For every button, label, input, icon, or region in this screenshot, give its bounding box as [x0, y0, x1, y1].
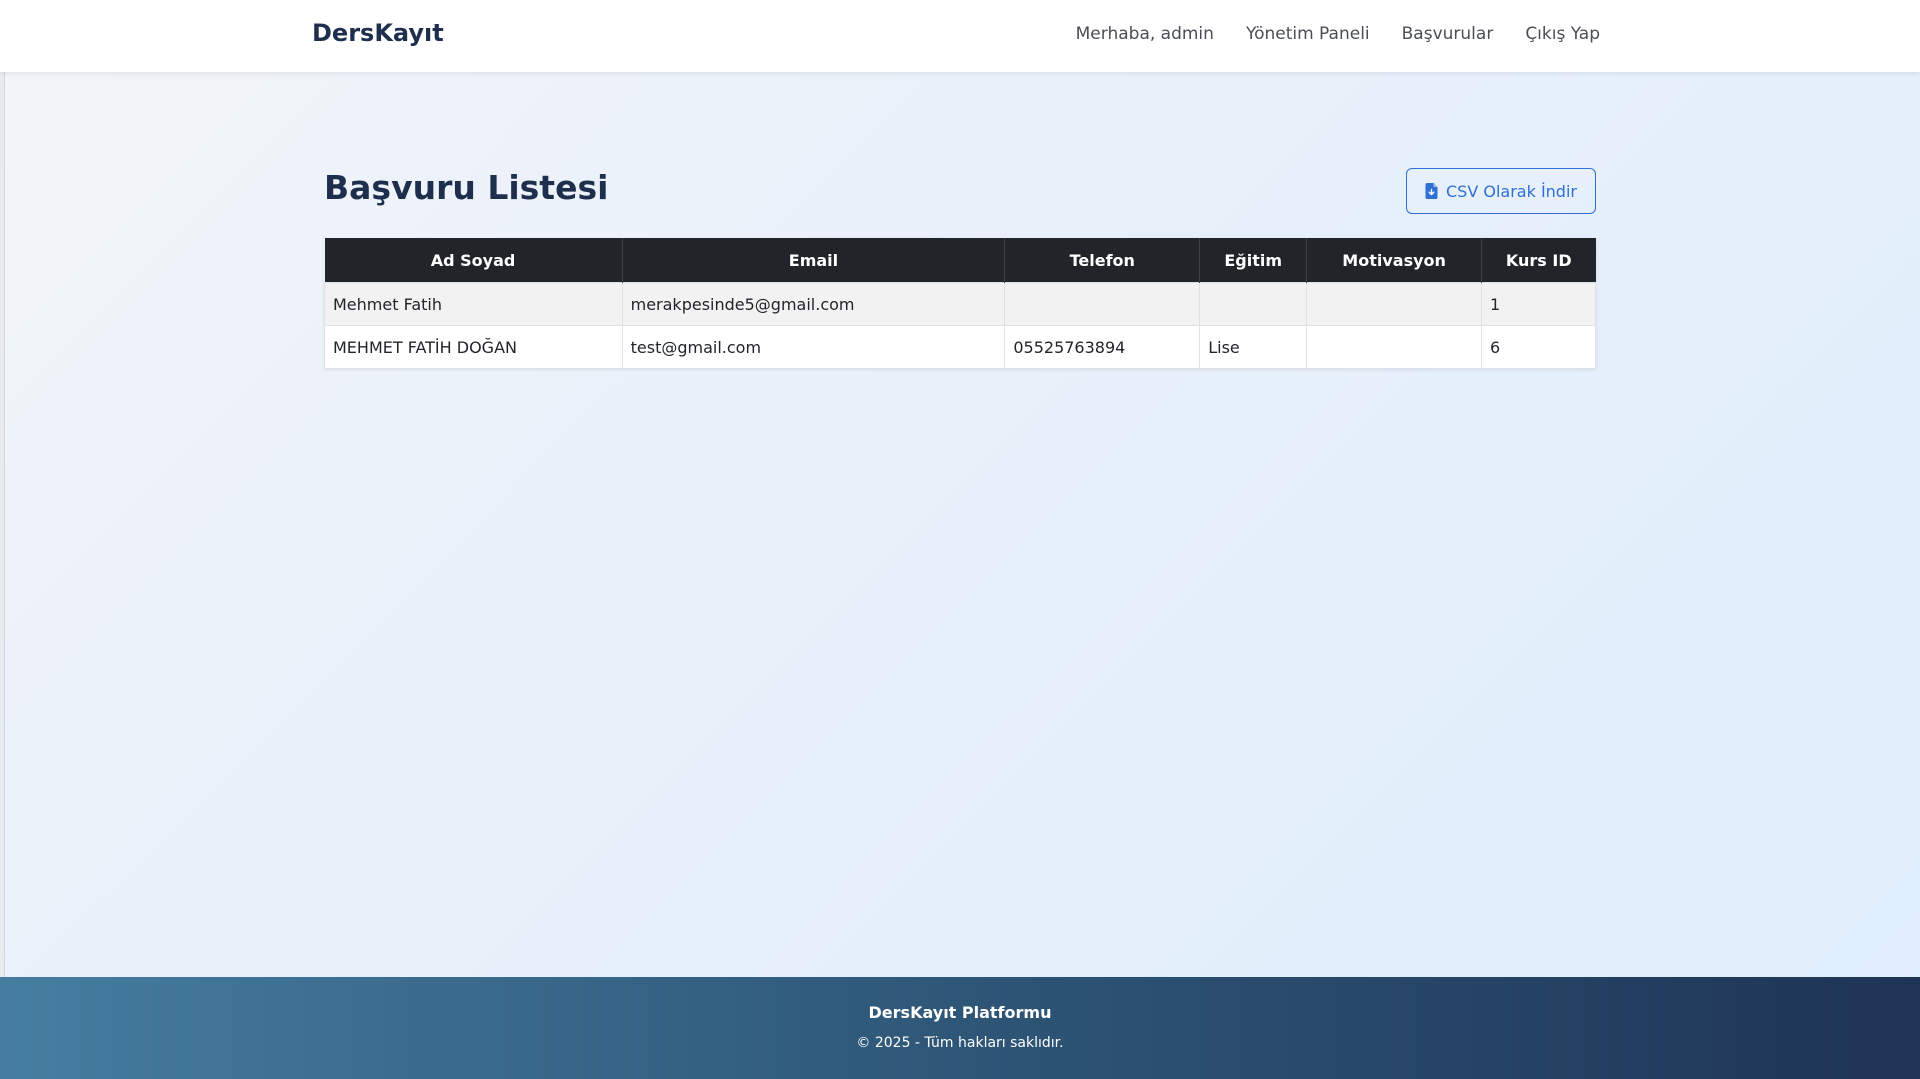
cell-email: merakpesinde5@gmail.com	[621, 282, 1006, 326]
nav-link-logout[interactable]: Çıkış Yap	[1525, 24, 1600, 44]
nav-greeting[interactable]: Merhaba, admin	[1076, 24, 1214, 44]
nav-link-applications[interactable]: Başvurular	[1402, 24, 1494, 44]
cell-name: Mehmet Fatih	[324, 282, 623, 326]
column-header-course-id: Kurs ID	[1481, 238, 1596, 283]
cell-education: Lise	[1199, 325, 1308, 369]
cell-course-id: 6	[1481, 325, 1596, 369]
footer: DersKayıt Platformu © 2025 - Tüm hakları…	[0, 977, 1920, 1079]
cell-phone: 05525763894	[1004, 325, 1201, 369]
file-download-icon	[1425, 183, 1438, 199]
csv-download-button[interactable]: CSV Olarak İndir	[1406, 168, 1596, 214]
nav-link-admin-panel[interactable]: Yönetim Paneli	[1246, 24, 1370, 44]
column-header-email: Email	[622, 238, 1006, 283]
cell-education	[1199, 282, 1308, 326]
nav-links: Merhaba, admin Yönetim Paneli Başvurular…	[1076, 24, 1600, 44]
brand-logo[interactable]: DersKayıt	[312, 19, 444, 47]
column-header-motivation: Motivasyon	[1306, 238, 1483, 283]
table-row: MEHMET FATİH DOĞAN test@gmail.com 055257…	[324, 325, 1596, 369]
page-left-border	[0, 0, 5, 977]
column-header-education: Eğitim	[1199, 238, 1308, 283]
csv-download-label: CSV Olarak İndir	[1446, 181, 1577, 201]
column-header-name: Ad Soyad	[324, 238, 623, 283]
cell-phone	[1004, 282, 1201, 326]
cell-name: MEHMET FATİH DOĞAN	[324, 325, 623, 369]
footer-brand: DersKayıt Platformu	[868, 1003, 1052, 1022]
cell-motivation	[1306, 282, 1483, 326]
column-header-phone: Telefon	[1004, 238, 1201, 283]
page-title: Başvuru Listesi	[324, 168, 609, 207]
navbar: DersKayıt Merhaba, admin Yönetim Paneli …	[0, 0, 1920, 72]
cell-motivation	[1306, 325, 1483, 369]
footer-copyright: © 2025 - Tüm hakları saklıdır.	[856, 1035, 1064, 1051]
applications-table: Ad Soyad Email Telefon Eğitim Motivasyon…	[324, 238, 1596, 369]
cell-course-id: 1	[1481, 282, 1596, 326]
table-header-row: Ad Soyad Email Telefon Eğitim Motivasyon…	[324, 238, 1596, 283]
table-row: Mehmet Fatih merakpesinde5@gmail.com 1	[324, 282, 1596, 326]
cell-email: test@gmail.com	[621, 325, 1006, 369]
